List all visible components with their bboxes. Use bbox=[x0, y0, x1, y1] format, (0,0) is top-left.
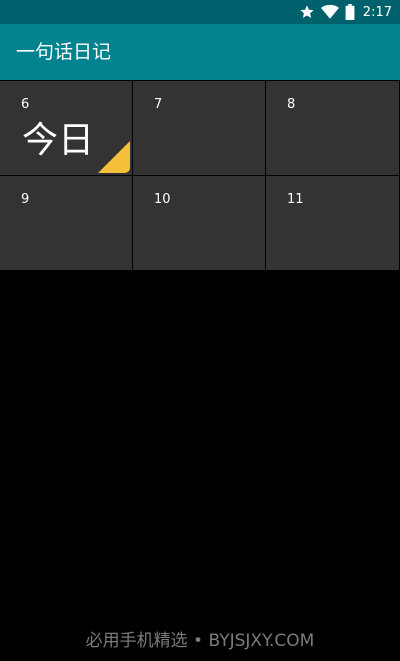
status-icons: 2:17 bbox=[299, 0, 392, 24]
day-number: 10 bbox=[154, 192, 171, 207]
day-number: 8 bbox=[287, 97, 296, 112]
app-title: 一句话日记 bbox=[16, 41, 112, 63]
day-cell-today[interactable]: 6 今日 bbox=[0, 81, 132, 175]
day-cell[interactable]: 7 bbox=[133, 81, 265, 175]
day-number: 7 bbox=[154, 97, 163, 112]
calendar-grid: 6 今日 7 8 9 10 11 bbox=[0, 80, 400, 270]
status-bar: 2:17 bbox=[0, 0, 400, 24]
day-cell[interactable]: 10 bbox=[133, 176, 265, 270]
star-icon bbox=[299, 4, 315, 20]
day-number: 11 bbox=[287, 192, 304, 207]
day-cell[interactable]: 8 bbox=[266, 81, 399, 175]
wifi-icon bbox=[320, 4, 339, 20]
day-cell[interactable]: 9 bbox=[0, 176, 132, 270]
battery-icon bbox=[345, 4, 355, 20]
watermark: 必用手机精选 • BYJSJXY.COM bbox=[85, 631, 315, 651]
status-time: 2:17 bbox=[362, 4, 392, 20]
day-number: 9 bbox=[21, 192, 30, 207]
today-label: 今日 bbox=[22, 120, 95, 161]
day-number: 6 bbox=[21, 97, 30, 112]
day-cell[interactable]: 11 bbox=[266, 176, 399, 270]
app-bar: 一句话日记 bbox=[0, 24, 400, 80]
app-screen: 2:17 一句话日记 6 今日 7 8 9 10 11 必用手机精选 • BYJ… bbox=[0, 0, 400, 661]
today-marker-icon bbox=[98, 141, 130, 173]
